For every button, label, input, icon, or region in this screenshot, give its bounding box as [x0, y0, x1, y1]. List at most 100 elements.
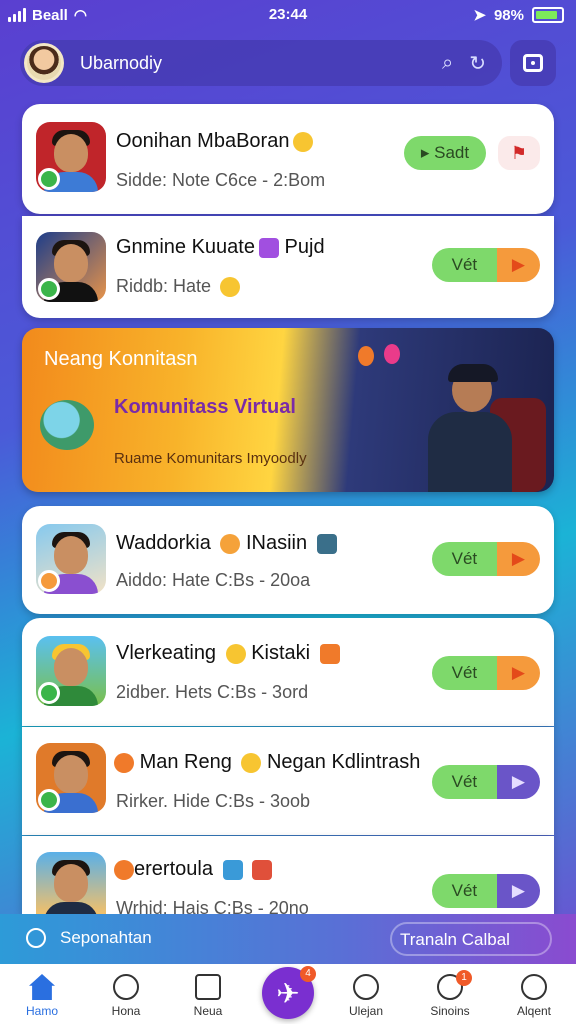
- emoji-icon: [114, 859, 134, 880]
- camera-button[interactable]: [510, 40, 556, 86]
- item-name-tail: Pujd: [284, 236, 325, 258]
- tab-label: Sinoins: [430, 1004, 470, 1018]
- tab-neua[interactable]: Neua: [168, 974, 248, 1018]
- refresh-icon[interactable]: ↻: [469, 51, 486, 76]
- thumbnail: [36, 852, 106, 914]
- play-icon: ▶: [496, 542, 540, 576]
- item-subtitle: 2idber. Hets C:Bs - 3ord: [116, 682, 309, 702]
- search-icon[interactable]: ⌕: [442, 52, 453, 75]
- item-name-tail: INasiin: [245, 532, 308, 554]
- pin-icon: [220, 533, 241, 554]
- banner-title: Neang Konnitasn: [44, 348, 198, 370]
- thumbnail: [36, 232, 106, 302]
- watch-label: Vét: [432, 542, 497, 576]
- watch-button[interactable]: Vét ▶: [432, 765, 540, 799]
- send-icon: ✈: [276, 977, 300, 1009]
- user-icon: [353, 974, 379, 1000]
- bottom-action-strip: Seponahtan Tranaln Calbal: [0, 914, 576, 964]
- banner-footer: Ruame Komunitars Imyoodly: [114, 450, 307, 467]
- thumbnail: [36, 122, 106, 192]
- home-icon: [29, 974, 55, 1000]
- item-name: Vlerkeating: [116, 642, 217, 664]
- watch-button[interactable]: Vét ▶: [432, 874, 540, 908]
- tab-sinoins[interactable]: Sinoins: [410, 974, 490, 1018]
- right-action-label: Tranaln Calbal: [400, 930, 510, 949]
- watch-button[interactable]: Vét ▶: [432, 542, 540, 576]
- watch-button[interactable]: Vét ▶: [432, 248, 540, 282]
- photo-icon: [319, 643, 340, 664]
- banner-subtitle: Komunitass Virtual: [114, 396, 296, 418]
- tab-home[interactable]: Hamo: [2, 974, 82, 1018]
- avatar[interactable]: [24, 43, 64, 83]
- item-name: Waddorkia: [116, 532, 211, 554]
- item-name-tail: Negan Kdlintrash: [266, 751, 421, 773]
- community-banner[interactable]: Neang Konnitasn Komunitass Virtual Ruame…: [22, 328, 554, 492]
- item-name-tail: Kistaki: [251, 642, 311, 664]
- list-item[interactable]: erertoula Wrhid: Hais C:Bs - 20no Vét ▶: [22, 836, 554, 918]
- play-icon: ▶: [496, 248, 540, 282]
- list-item[interactable]: Vlerkeating Kistaki 2idber. Hets C:Bs - …: [22, 618, 554, 726]
- item-subtitle: Riddb: Hate: [116, 276, 212, 296]
- thumbnail: [36, 524, 106, 594]
- compass-icon: [113, 974, 139, 1000]
- list-item[interactable]: Man Reng Negan Kdlintrash Rirker. Hide C…: [22, 727, 554, 835]
- tab-hona[interactable]: Hona: [86, 974, 166, 1018]
- thumbnail: [36, 636, 106, 706]
- balloon-icon: [358, 346, 374, 366]
- notification-badge: 1: [456, 970, 472, 986]
- tab-label: Hamo: [25, 1004, 58, 1018]
- app-title: Ubarnodiy: [80, 52, 163, 73]
- grid-icon: [195, 974, 221, 1000]
- status-badge: [38, 789, 60, 811]
- status-bar: Beall ◠ 23:44 ➤ 98%: [0, 0, 576, 32]
- list-item[interactable]: Oonihan MbaBoran Sidde: Note C6ce - 2:Bo…: [22, 104, 554, 214]
- status-badge: [38, 278, 60, 300]
- emoji-icon: [220, 277, 241, 298]
- item-subtitle: Rirker. Hide C:Bs - 3oob: [116, 791, 311, 811]
- item-name: Man Reng: [139, 751, 232, 773]
- list-item[interactable]: Waddorkia INasiin Aiddo: Hate C:Bs - 20o…: [22, 506, 554, 614]
- right-action-button[interactable]: Tranaln Calbal: [390, 922, 552, 956]
- play-button[interactable]: ▸ Sadt: [404, 136, 486, 170]
- battery-icon: [532, 7, 564, 23]
- tab-label: Ulejan: [348, 1004, 384, 1018]
- tag-icon: [252, 859, 273, 880]
- item-subtitle: Aiddo: Hate C:Bs - 20oa: [116, 570, 311, 590]
- play-icon: ▶: [496, 874, 540, 908]
- emoji-icon: [225, 643, 246, 664]
- mascot-image: [40, 400, 94, 450]
- fab-badge: 4: [300, 966, 316, 982]
- watch-label: Vét: [432, 248, 497, 282]
- watch-button[interactable]: Vét ▶: [432, 656, 540, 690]
- emoji-icon: [241, 752, 262, 773]
- list-item[interactable]: Gnmine Kuuate Pujd Riddb: Hate Vét ▶: [22, 216, 554, 318]
- tab-ulejan[interactable]: Ulejan: [326, 974, 406, 1018]
- left-action[interactable]: Seponahtan: [26, 928, 152, 948]
- play-icon: ▶: [496, 765, 540, 799]
- item-subtitle: Sidde: Note C6ce - 2:Bom: [116, 170, 326, 190]
- top-search-bar[interactable]: Ubarnodiy ⌕ ↻: [20, 40, 502, 86]
- plus-icon: [258, 237, 279, 258]
- play-icon: ▶: [496, 656, 540, 690]
- emoji-icon: [293, 131, 314, 152]
- left-action-label: Seponahtan: [60, 928, 152, 947]
- battery-percent: 98%: [493, 6, 524, 24]
- item-name: erertoula: [134, 858, 213, 880]
- thumbnail: [36, 743, 106, 813]
- status-badge: [38, 168, 60, 190]
- emoji-icon: [114, 752, 134, 773]
- item-name: Oonihan MbaBoran: [116, 130, 290, 152]
- watch-label: Vét: [432, 765, 497, 799]
- balloon-icon: [384, 344, 400, 364]
- item-name: Gnmine Kuuate: [116, 236, 255, 258]
- tab-label: Hona: [111, 1004, 141, 1018]
- camera-icon: [523, 54, 543, 72]
- profile-icon: [521, 974, 547, 1000]
- radio-icon: [26, 928, 46, 948]
- tab-label: Alqent: [516, 1004, 552, 1018]
- flag-icon[interactable]: ⚑: [498, 136, 540, 170]
- watch-label: Vét: [432, 874, 497, 908]
- tab-alqent[interactable]: Alqent: [494, 974, 574, 1018]
- watch-label: Vét: [432, 656, 497, 690]
- location-icon: ➤: [473, 7, 486, 24]
